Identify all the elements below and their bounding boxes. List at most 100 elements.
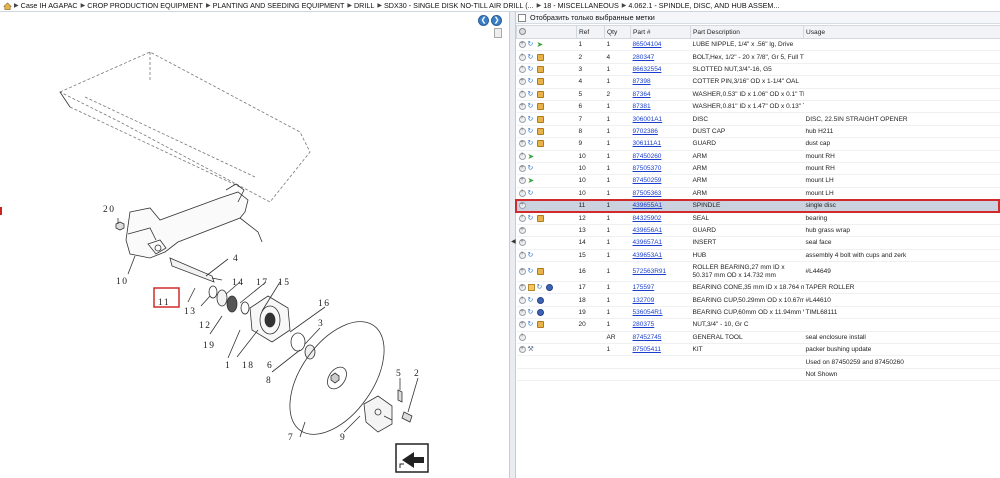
table-row[interactable]: Not Shown <box>516 368 1000 382</box>
add-to-cart-icon[interactable] <box>518 320 526 329</box>
table-row[interactable]: ↻➤1186504104LUBE NIPPLE, 1/4" x .56" lg,… <box>516 38 1000 52</box>
part-number-link[interactable]: 86632554 <box>633 66 662 73</box>
add-to-cart-icon[interactable] <box>518 40 526 49</box>
add-to-cart-icon[interactable] <box>518 64 526 73</box>
callout-9[interactable]: 9 <box>340 433 346 443</box>
add-to-cart-icon[interactable] <box>518 89 526 98</box>
add-to-cart-icon[interactable] <box>518 283 526 292</box>
table-row[interactable]: ↻ 181132709 BEARING CUP,50.29mm OD x 10.67… <box>516 293 1000 307</box>
header-actions[interactable] <box>516 25 577 39</box>
package-box-icon[interactable] <box>536 103 544 111</box>
replacement-cycle-icon[interactable]: ↻ <box>537 284 544 291</box>
blue-globe-icon[interactable] <box>536 309 544 316</box>
replacement-cycle-icon[interactable]: ↻ <box>528 66 535 73</box>
settings-gear-icon[interactable] <box>519 27 526 35</box>
replacement-cycle-icon[interactable]: ↻ <box>528 190 535 197</box>
callout-7[interactable]: 7 <box>288 433 294 443</box>
replacement-cycle-icon[interactable]: ↻ <box>528 41 535 48</box>
add-to-cart-icon[interactable] <box>518 102 526 111</box>
green-arrow-icon[interactable]: ➤ <box>528 177 535 185</box>
part-number-link[interactable]: 9702386 <box>633 128 658 135</box>
table-row[interactable]: ↻ 151439653A1 HUBassembly 4 bolt with cups… <box>516 249 1000 263</box>
table-row[interactable]: 131439656A1 GUARDhub grass wrap <box>516 224 1000 238</box>
replacement-cycle-icon[interactable]: ↻ <box>528 297 535 304</box>
table-row-selected[interactable]: 111439655A1SPINDLEsingle disc <box>516 199 1000 213</box>
breadcrumb-item[interactable]: ▶ DRILL <box>347 1 374 10</box>
package-box-icon[interactable] <box>536 78 544 86</box>
callout-3[interactable]: 3 <box>318 319 324 329</box>
callout-10[interactable]: 10 <box>116 277 129 287</box>
replacement-cycle-icon[interactable]: ↻ <box>528 91 535 98</box>
callout-19[interactable]: 19 <box>203 341 216 351</box>
callout-4[interactable]: 4 <box>233 254 239 264</box>
callout-20[interactable]: 20 <box>103 205 116 215</box>
header-part-number[interactable]: Part # <box>630 25 691 39</box>
callout-18[interactable]: 18 <box>242 361 255 371</box>
add-to-cart-icon[interactable] <box>518 77 526 86</box>
add-to-cart-icon[interactable] <box>518 267 526 276</box>
part-number-link[interactable]: 439656A1 <box>633 227 663 234</box>
table-row[interactable]: ↻ 10187505363 ARMmount LH <box>516 187 1000 201</box>
callout-15[interactable]: 15 <box>278 278 291 288</box>
table-row[interactable]: AR87452745 GENERAL TOOLseal enclosure ins… <box>516 331 1000 345</box>
table-row[interactable]: 141439657A1 INSERTseal face <box>516 236 1000 250</box>
table-row[interactable]: ↻ 3186632554 SLOTTED NUT,3/4"-16, G5 <box>516 63 1000 77</box>
replacement-cycle-icon[interactable]: ↻ <box>528 140 535 147</box>
package-box-icon[interactable] <box>536 65 544 73</box>
table-row[interactable]: ↻ 819702386 DUST CAPhub H211 <box>516 125 1000 139</box>
table-row[interactable]: ↻ 10187505370 ARMmount RH <box>516 162 1000 176</box>
callout-17[interactable]: 17 <box>256 278 269 288</box>
package-box-icon[interactable] <box>536 321 544 329</box>
breadcrumb-item[interactable]: ▶ PLANTING AND SEEDING EQUIPMENT <box>206 1 344 10</box>
part-number-link[interactable]: 87364 <box>633 91 651 98</box>
part-number-link[interactable]: 175597 <box>633 284 655 291</box>
add-to-cart-icon[interactable] <box>518 250 526 259</box>
header-part-description[interactable]: Part Description <box>690 25 804 39</box>
part-number-link[interactable]: 86504104 <box>633 41 662 48</box>
add-to-cart-icon[interactable] <box>518 188 526 197</box>
header-qty[interactable]: Qty <box>604 25 631 39</box>
package-box-icon[interactable] <box>536 90 544 98</box>
green-arrow-icon[interactable]: ➤ <box>537 41 544 49</box>
add-to-cart-icon[interactable] <box>518 226 526 235</box>
breadcrumb-item[interactable]: ▶ 4.062.1 - SPINDLE, DISC, AND HUB ASSEM.… <box>622 1 780 10</box>
table-row[interactable]: ↻ 171175597 BEARING CONE,35 mm ID x 18.764… <box>516 281 1000 295</box>
callout-13[interactable]: 13 <box>184 307 197 317</box>
replacement-cycle-icon[interactable]: ↻ <box>528 268 535 275</box>
callout-5[interactable]: 5 <box>396 369 402 379</box>
package-box-icon[interactable] <box>536 140 544 148</box>
replacement-cycle-icon[interactable]: ↻ <box>528 215 535 222</box>
header-ref[interactable]: Ref <box>576 25 605 39</box>
add-to-cart-icon[interactable] <box>518 332 526 341</box>
part-number-link[interactable]: 280375 <box>633 321 655 328</box>
part-number-link[interactable]: 306111A1 <box>633 140 662 147</box>
part-number-link[interactable]: 132709 <box>633 297 655 304</box>
replacement-cycle-icon[interactable]: ↻ <box>528 252 535 259</box>
part-number-link[interactable]: 87505363 <box>633 190 662 197</box>
blue-globe-icon[interactable] <box>545 284 553 292</box>
table-row[interactable]: ↻ 5287364 WASHER,0.53" ID x 1.06" OD x 0.1… <box>516 88 1000 101</box>
add-to-cart-icon[interactable] <box>518 139 526 148</box>
replacement-cycle-icon[interactable]: ↻ <box>528 309 535 316</box>
show-selected-only-checkbox[interactable] <box>518 13 526 22</box>
replacement-cycle-icon[interactable]: ↻ <box>528 321 535 328</box>
table-row[interactable]: ↻ 12184325902 SEALbearing <box>516 211 1000 225</box>
part-number-link[interactable]: 87505370 <box>633 165 662 172</box>
table-row[interactable]: Used on 87450259 and 87450260 <box>516 355 1000 369</box>
splitter-handle-icon[interactable]: ◀ <box>511 238 516 245</box>
add-to-cart-icon[interactable] <box>518 114 526 123</box>
part-number-link[interactable]: 87505411 <box>633 346 661 353</box>
green-arrow-icon[interactable]: ➤ <box>528 152 535 160</box>
add-to-cart-icon[interactable] <box>518 308 526 316</box>
table-row[interactable]: ↻ 71306001A1 DISCDISC, 22.5IN STRAIGHT OPE… <box>516 112 1000 126</box>
part-number-link[interactable]: 439657A1 <box>633 239 663 246</box>
pane-splitter[interactable]: ◀ <box>509 12 516 478</box>
callout-16[interactable]: 16 <box>318 299 331 309</box>
replacement-cycle-icon[interactable]: ↻ <box>528 103 535 110</box>
part-number-link[interactable]: 306001A1 <box>633 116 663 123</box>
table-row[interactable]: ↻ 191536054R1 BEARING CUP,60mm OD x 11.94m… <box>516 306 1000 320</box>
callout-2[interactable]: 2 <box>414 369 420 379</box>
table-row[interactable]: ↻ 201280375 NUT,3/4" - 10, Gr C <box>516 318 1000 332</box>
add-to-cart-icon[interactable] <box>518 126 526 135</box>
add-to-cart-icon[interactable] <box>518 52 526 61</box>
